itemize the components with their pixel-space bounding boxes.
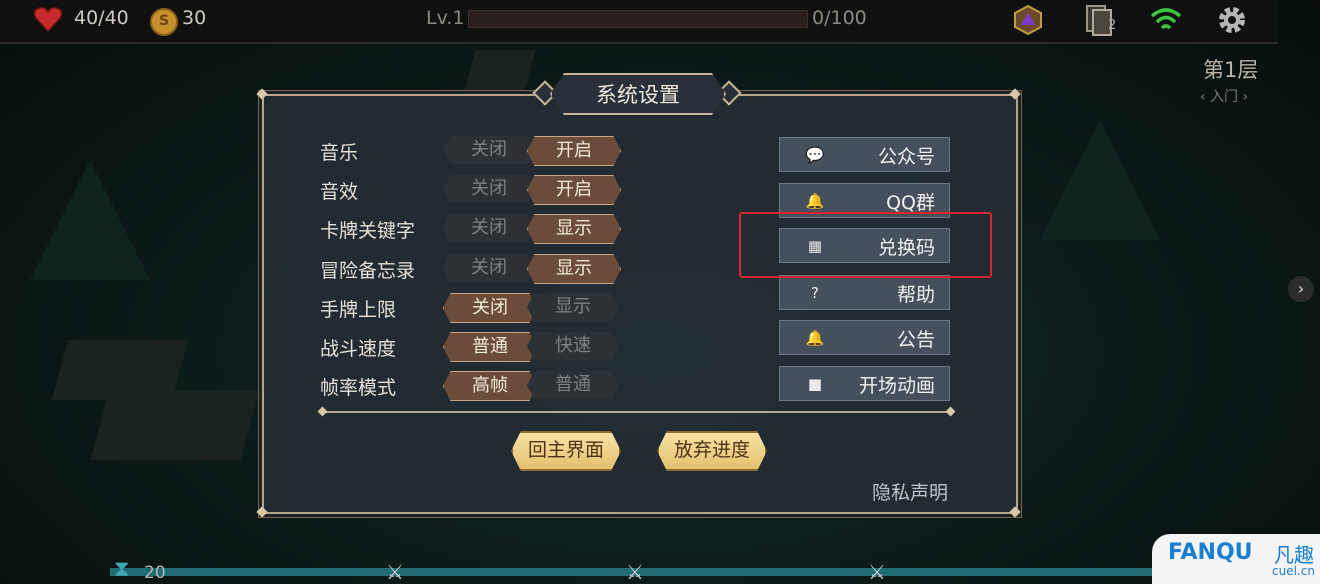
- d20-dice-icon[interactable]: [1012, 4, 1044, 36]
- floor-subtitle: ‹ 入门 ›: [1200, 89, 1249, 105]
- setting-option[interactable]: 关闭: [443, 175, 535, 203]
- setting-label: 战斗速度: [320, 338, 397, 360]
- rock: [90, 390, 260, 460]
- watermark-domain: cuel.cn: [1272, 564, 1315, 578]
- setting-label: 音乐: [320, 142, 359, 164]
- setting-option[interactable]: 显示: [527, 254, 621, 284]
- setting-label: 帧率模式: [320, 377, 397, 399]
- floor-subtitle-text: 入门: [1210, 89, 1239, 105]
- setting-option[interactable]: 高帧: [443, 371, 537, 401]
- rock: [464, 50, 536, 90]
- setting-option[interactable]: 关闭: [443, 214, 535, 242]
- pine-tree: [1040, 120, 1160, 240]
- bell-icon: 🔔: [805, 329, 825, 347]
- crossed-axes-icon: ⚔: [626, 560, 644, 584]
- deck-count: 2: [1108, 18, 1117, 33]
- redeem-code-highlight-box: [739, 212, 992, 278]
- main-menu-button[interactable]: 回主界面: [511, 431, 621, 471]
- setting-option[interactable]: 普通: [527, 371, 619, 399]
- setting-option[interactable]: 显示: [527, 214, 621, 244]
- qq-icon: 🔔: [805, 192, 825, 210]
- wechat-icon: 💬: [805, 146, 825, 164]
- setting-option[interactable]: 关闭: [443, 254, 535, 282]
- gold-value: 30: [182, 7, 207, 29]
- hourglass-icon: ⧗: [114, 557, 130, 582]
- gear-icon[interactable]: [1216, 4, 1248, 36]
- wifi-icon: [1150, 8, 1182, 30]
- setting-label: 手牌上限: [320, 299, 397, 321]
- setting-option[interactable]: 开启: [527, 136, 621, 166]
- top-status-bar: 40/40 S 30 Lv.1 0/100 2: [0, 0, 1278, 44]
- watermark-logo: FANQU 凡趣 cuel.cn: [1152, 534, 1320, 584]
- setting-label: 音效: [320, 181, 359, 203]
- dialog-title: 系统设置: [596, 83, 680, 107]
- crossed-swords-icon: ⚔: [386, 560, 404, 584]
- setting-option[interactable]: 普通: [443, 332, 537, 362]
- link-button[interactable]: ? 帮助: [779, 275, 950, 310]
- abandon-progress-button[interactable]: 放弃进度: [657, 431, 767, 471]
- link-button[interactable]: 💬 公众号: [779, 137, 950, 172]
- link-button-label: 开场动画: [858, 375, 935, 397]
- crossed-swords-icon: ⚔: [868, 560, 886, 584]
- setting-option[interactable]: 关闭: [443, 136, 535, 164]
- video-camera-icon: ■: [807, 375, 823, 393]
- xp-value: 0/100: [812, 7, 867, 29]
- link-button-label: 公众号: [877, 146, 935, 168]
- link-button-label: 帮助: [896, 284, 935, 306]
- setting-option[interactable]: 开启: [527, 175, 621, 205]
- hp-value: 40/40: [74, 7, 129, 29]
- link-button-label: QQ群: [886, 192, 935, 214]
- setting-option[interactable]: 关闭: [443, 293, 537, 323]
- link-button[interactable]: ■ 开场动画: [779, 366, 950, 401]
- watermark-brand: FANQU: [1168, 540, 1253, 565]
- level-label: Lv.1: [426, 7, 465, 29]
- floor-title: 第1层: [1203, 58, 1259, 82]
- coin-icon: S: [150, 8, 178, 36]
- pine-tree: [30, 160, 150, 280]
- setting-label: 冒险备忘录: [320, 260, 416, 282]
- help-icon: ?: [811, 284, 819, 302]
- setting-option[interactable]: 显示: [527, 293, 619, 321]
- xp-bar: [468, 10, 808, 28]
- privacy-link[interactable]: 隐私声明: [872, 478, 948, 505]
- chevron-right-icon[interactable]: ›: [1288, 276, 1314, 302]
- link-button[interactable]: 🔔 公告: [779, 320, 950, 355]
- link-button-label: 公告: [896, 329, 935, 351]
- heart-icon: [34, 7, 62, 32]
- divider: [322, 411, 952, 413]
- turn-count: 20: [144, 563, 166, 583]
- setting-label: 卡牌关键字: [320, 220, 416, 242]
- setting-option[interactable]: 快速: [527, 332, 619, 360]
